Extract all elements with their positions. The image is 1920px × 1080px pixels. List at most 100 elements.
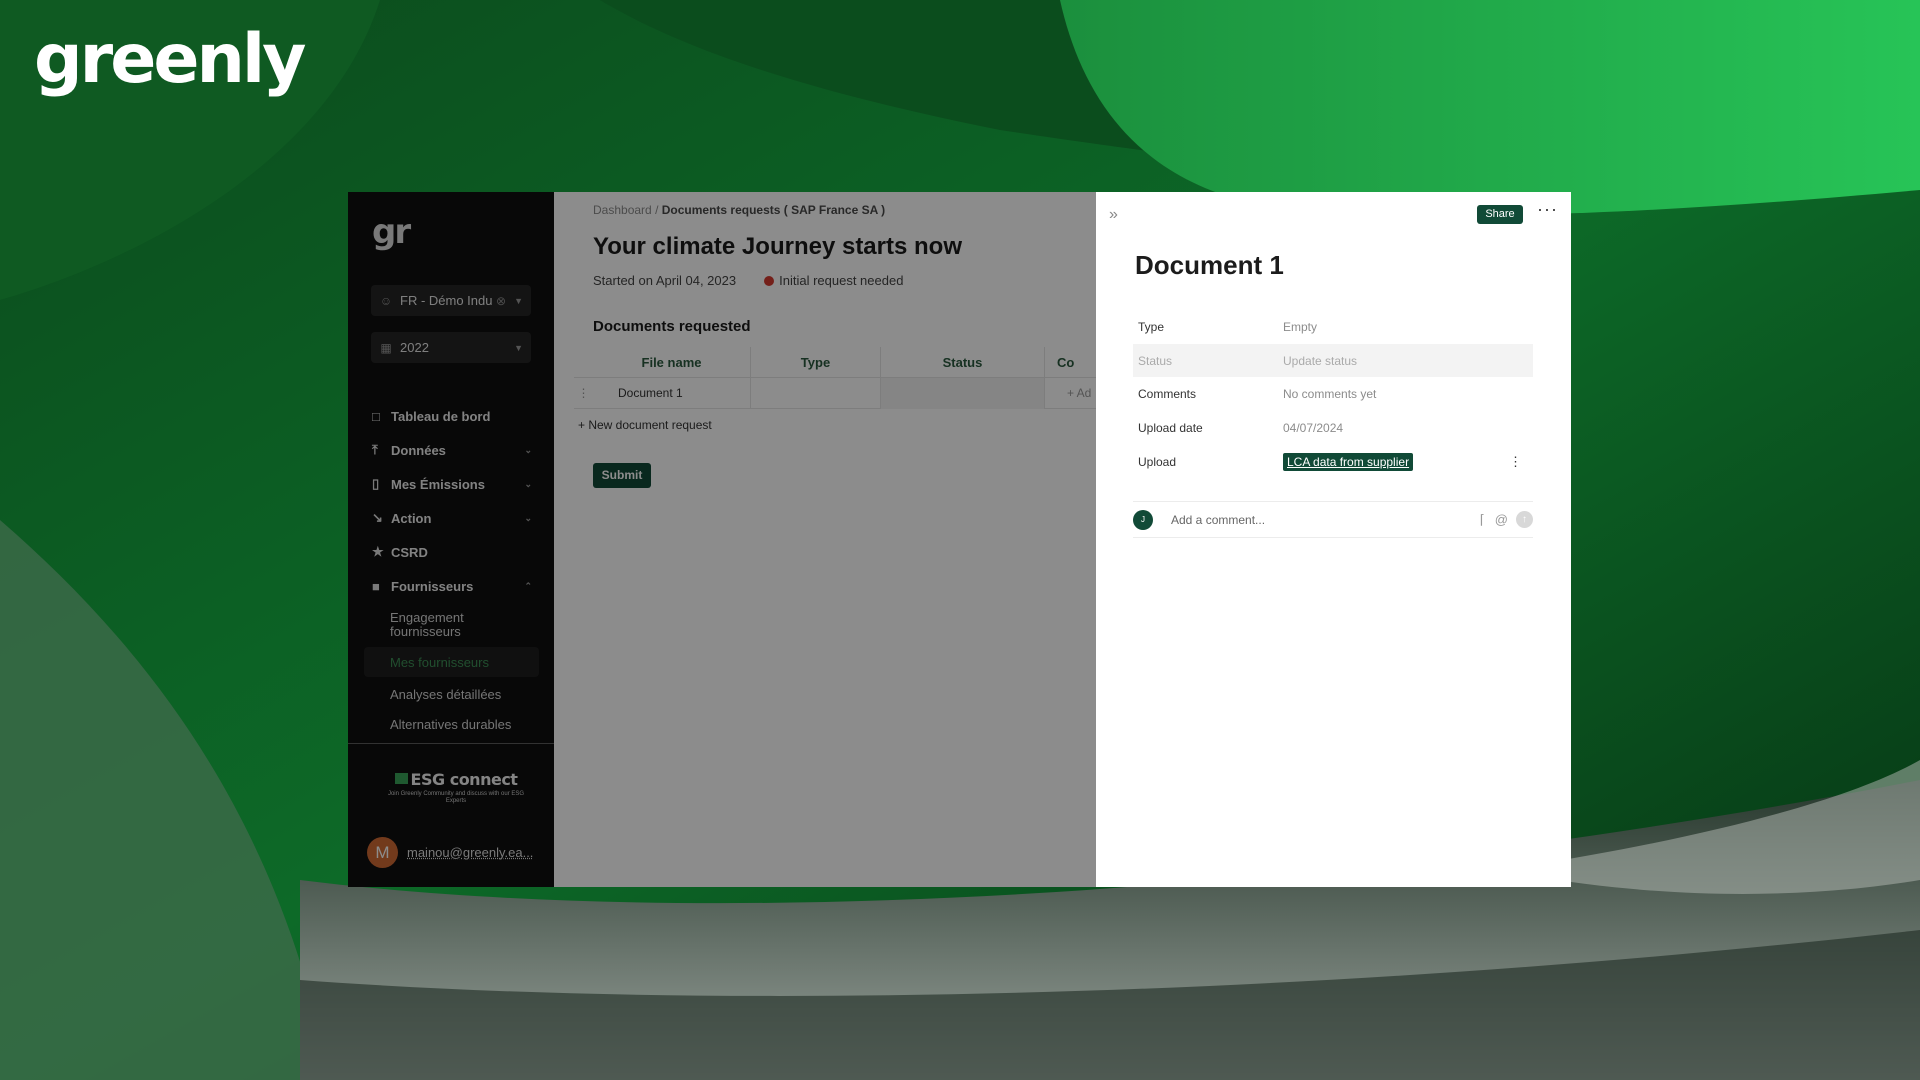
prop-upload-date[interactable]: Upload date 04/07/2024 xyxy=(1133,411,1533,445)
prop-upload-date-value[interactable]: 04/07/2024 xyxy=(1283,421,1533,435)
year-select[interactable]: ▦ 2022 ▼ xyxy=(371,332,531,363)
esg-subtitle: Join Greenly Community and discuss with … xyxy=(387,791,525,804)
prop-status[interactable]: Status Update status xyxy=(1133,344,1533,377)
cell-file-name[interactable]: Document 1 xyxy=(593,377,751,409)
sidebar-item-donnees[interactable]: ⤒ Données ⌄ xyxy=(348,433,554,467)
clear-icon[interactable]: ⊗ xyxy=(496,294,506,308)
breadcrumb: Dashboard / Documents requests ( SAP Fra… xyxy=(593,203,885,217)
user-menu[interactable]: M mainou@greenly.ea... xyxy=(367,837,533,868)
prop-status-label: Status xyxy=(1138,353,1173,368)
column-header-comments[interactable]: Co xyxy=(1045,347,1096,378)
started-date: Started on April 04, 2023 xyxy=(593,273,737,288)
comment-avatar: J xyxy=(1133,509,1153,530)
sidebar-item-label: Action xyxy=(391,510,432,526)
plus-icon: + xyxy=(578,418,589,432)
chevron-down-icon: ⌄ xyxy=(524,444,532,455)
star-icon: ★ xyxy=(372,544,384,559)
chevron-down-icon: ⌄ xyxy=(524,512,532,523)
prop-upload-label: Upload xyxy=(1138,455,1177,469)
sidebar-item-label: Fournisseurs xyxy=(391,578,474,594)
greenly-logo: greenly xyxy=(34,20,306,99)
sidebar-logo[interactable]: gr xyxy=(372,212,411,252)
app-window: gr ☺ FR - Démo Indu ⊗ ▼ ▦ 2022 ▼ □ Table… xyxy=(348,192,1571,887)
prop-upload[interactable]: Upload LCA data from supplier ⋮ xyxy=(1133,445,1533,479)
user-icon: ☺ xyxy=(379,293,393,308)
cell-status[interactable] xyxy=(881,377,1045,409)
sidebar-item-label: Données xyxy=(391,442,446,458)
uploaded-file-link[interactable]: LCA data from supplier xyxy=(1283,453,1414,471)
entity-select[interactable]: ☺ FR - Démo Indu ⊗ ▼ xyxy=(371,285,531,316)
new-document-request-label: New document request xyxy=(588,418,712,432)
calendar-icon: ▦ xyxy=(380,340,392,355)
section-title: Documents requested xyxy=(593,318,751,335)
prop-type-value[interactable]: Empty xyxy=(1283,320,1533,334)
sidebar-subitem-analyses[interactable]: Analyses détaillées xyxy=(348,677,554,711)
prop-type[interactable]: Type Empty xyxy=(1133,310,1533,344)
sidebar-item-label: Tableau de bord xyxy=(391,408,491,424)
page-title: Your climate Journey starts now xyxy=(593,233,962,260)
chevron-down-icon: ▼ xyxy=(514,342,523,353)
sidebar-subitem-engagement[interactable]: Engagement fournisseurs xyxy=(348,603,488,647)
prop-comments: Comments No comments yet xyxy=(1133,377,1533,411)
sidebar-subitem-mes-fournisseurs[interactable]: Mes fournisseurs xyxy=(364,647,539,677)
drag-column-header xyxy=(574,347,593,378)
user-email: mainou@greenly.ea... xyxy=(407,845,534,860)
mention-icon[interactable]: @ xyxy=(1495,512,1508,527)
new-document-request-button[interactable]: + New document request xyxy=(578,418,712,432)
cell-add-comment[interactable]: + Ad xyxy=(1045,378,1096,409)
prop-upload-value: LCA data from supplier xyxy=(1283,453,1509,471)
comment-composer: J Add a comment... ⌈ @ ↑ xyxy=(1133,501,1533,538)
chevron-down-icon: ⌄ xyxy=(524,478,532,489)
esg-title-text: ESG connect xyxy=(410,770,518,789)
prop-upload-date-label: Upload date xyxy=(1138,421,1203,435)
breadcrumb-dashboard[interactable]: Dashboard xyxy=(593,203,652,217)
sidebar-item-action[interactable]: ↘ Action ⌄ xyxy=(348,501,554,535)
document-title: Document 1 xyxy=(1135,250,1284,280)
prop-comments-label: Comments xyxy=(1138,387,1197,401)
main-content: Dashboard / Documents requests ( SAP Fra… xyxy=(554,192,1096,887)
column-header-type[interactable]: Type xyxy=(751,346,881,378)
prop-type-label: Type xyxy=(1138,320,1165,334)
breadcrumb-current: Documents requests ( SAP France SA ) xyxy=(661,203,886,217)
documents-table: File name Type Status Co ⋮ Document 1 + … xyxy=(574,346,1096,409)
prop-status-value[interactable]: Update status xyxy=(1283,354,1533,368)
cell-type[interactable] xyxy=(751,377,881,409)
upload-icon: ⤒ xyxy=(372,442,378,457)
trend-down-icon: ↘ xyxy=(372,510,383,525)
column-header-status[interactable]: Status xyxy=(881,346,1045,378)
comment-input[interactable]: Add a comment... xyxy=(1171,513,1470,527)
sidebar-divider xyxy=(348,743,554,744)
share-button[interactable]: Share xyxy=(1477,205,1523,224)
file-options-icon[interactable]: ⋮ xyxy=(1509,454,1522,470)
entity-select-value: FR - Démo Indu xyxy=(400,293,493,308)
status-text: Initial request needed xyxy=(779,273,904,288)
square-icon: □ xyxy=(372,408,380,424)
breadcrumb-separator: / xyxy=(655,203,659,217)
year-select-value: 2022 xyxy=(400,340,429,355)
send-icon[interactable]: ↑ xyxy=(1516,511,1533,528)
esg-connect-banner[interactable]: ESG connect Join Greenly Community and d… xyxy=(386,770,526,805)
sidebar: gr ☺ FR - Démo Indu ⊗ ▼ ▦ 2022 ▼ □ Table… xyxy=(348,192,554,887)
chevron-up-icon: ⌃ xyxy=(524,580,532,591)
folder-icon: ■ xyxy=(372,578,380,594)
document-side-panel: » Share ··· Document 1 Type Empty Status… xyxy=(1096,192,1571,887)
sidebar-item-csrd[interactable]: ★ CSRD xyxy=(348,535,554,569)
collapse-panel-icon[interactable]: » xyxy=(1109,206,1118,224)
more-options-icon[interactable]: ··· xyxy=(1537,199,1558,220)
submit-button[interactable]: Submit xyxy=(593,463,651,488)
journey-meta: Started on April 04, 2023 Initial reques… xyxy=(593,273,903,288)
sidebar-item-mes-emissions[interactable]: ▯ Mes Émissions ⌄ xyxy=(348,467,554,501)
esg-title: ESG connect xyxy=(386,770,526,789)
sidebar-item-label: Mes Émissions xyxy=(391,476,485,492)
column-header-file-name[interactable]: File name xyxy=(593,346,751,378)
sidebar-item-tableau-de-bord[interactable]: □ Tableau de bord xyxy=(348,399,554,433)
sidebar-nav: □ Tableau de bord ⤒ Données ⌄ ▯ Mes Émis… xyxy=(348,399,554,737)
table-row[interactable]: ⋮ Document 1 + Ad xyxy=(574,377,1096,409)
status-dot-icon xyxy=(764,275,775,286)
paperclip-icon[interactable]: ⌈ xyxy=(1480,512,1485,528)
sidebar-subitem-alternatives[interactable]: Alternatives durables xyxy=(348,711,554,737)
sidebar-item-fournisseurs[interactable]: ■ Fournisseurs ⌃ xyxy=(348,569,554,603)
drag-handle-icon[interactable]: ⋮ xyxy=(574,378,593,409)
prop-comments-value: No comments yet xyxy=(1283,387,1377,401)
esg-badge-icon xyxy=(394,773,408,784)
